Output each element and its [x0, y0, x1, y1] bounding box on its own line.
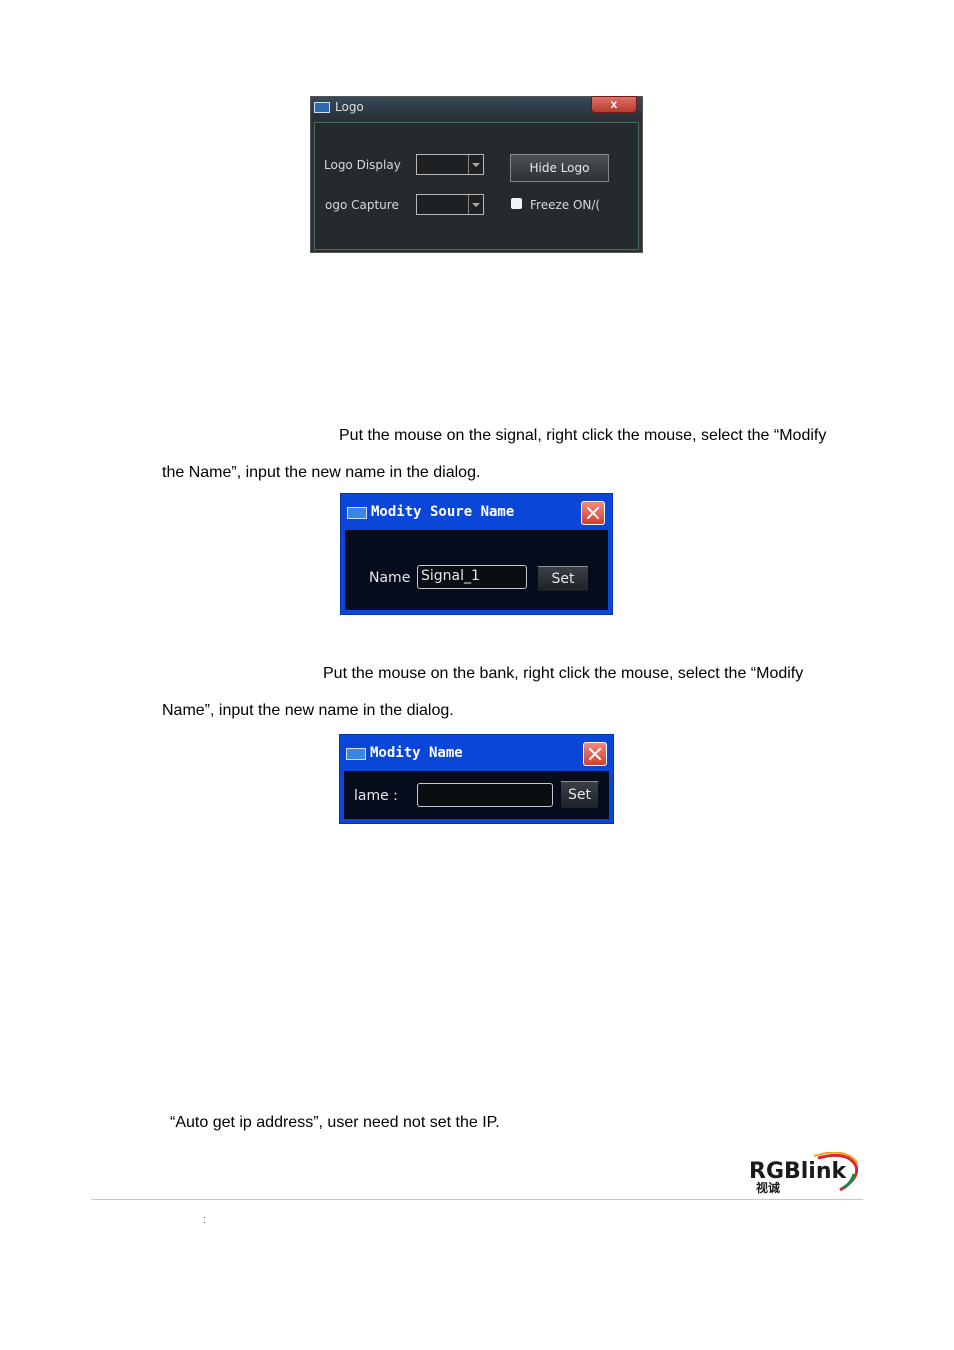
freeze-checkbox[interactable] — [511, 198, 522, 209]
chevron-down-icon[interactable] — [468, 195, 483, 214]
modify-source-name-dialog: Modity Soure Name Name Signal_1 Set — [340, 493, 613, 615]
dialog-title: Modity Soure Name — [371, 504, 515, 520]
modify-name-dialog: Modity Name lame : Set — [339, 734, 614, 824]
rgblink-logo: RGBlink 视诚 — [749, 1152, 858, 1194]
app-icon — [346, 748, 366, 760]
name-label: Name — [369, 570, 411, 586]
signal-instruction-line1: Put the mouse on the signal, right click… — [339, 427, 827, 444]
logo-capture-label: ogo Capture — [325, 198, 399, 212]
name-input[interactable]: Signal_1 — [417, 565, 527, 589]
ip-note: “Auto get ip address”, user need not set… — [170, 1114, 500, 1131]
chevron-down-icon[interactable] — [468, 155, 483, 174]
app-icon — [347, 507, 367, 519]
footer-colon: : — [203, 1214, 207, 1226]
logo-dialog-titlebar: Logo x — [311, 96, 642, 119]
dialog-title: Modity Name — [370, 745, 463, 761]
close-icon[interactable] — [583, 742, 607, 766]
bank-instruction-line1: Put the mouse on the bank, right click t… — [323, 665, 804, 682]
set-button[interactable]: Set — [561, 781, 598, 808]
close-icon[interactable] — [581, 501, 605, 525]
dialog-body: lame : Set — [344, 771, 609, 819]
logo-dialog: Logo x Logo Display Hide Logo ogo Captur… — [310, 96, 643, 253]
hide-logo-button[interactable]: Hide Logo — [510, 154, 609, 182]
logo-panel: Logo Display Hide Logo ogo Capture Freez… — [314, 122, 639, 250]
close-icon[interactable]: x — [591, 96, 637, 113]
name-input[interactable] — [417, 783, 553, 807]
freeze-label: Freeze ON/( — [530, 198, 601, 212]
name-label: lame : — [354, 788, 398, 804]
dialog-body: Name Signal_1 Set — [345, 530, 608, 610]
logo-capture-select[interactable] — [416, 194, 484, 215]
footer-divider — [91, 1199, 863, 1200]
logo-display-select[interactable] — [416, 154, 484, 175]
bank-instruction-line2: Name”, input the new name in the dialog. — [162, 702, 454, 719]
logo-dialog-title: Logo — [335, 100, 364, 114]
set-button[interactable]: Set — [538, 566, 588, 591]
app-icon — [314, 102, 330, 113]
brand-subtext: 视诚 — [756, 1180, 780, 1194]
signal-instruction-line2: the Name”, input the new name in the dia… — [162, 464, 481, 481]
logo-display-label: Logo Display — [324, 158, 401, 172]
